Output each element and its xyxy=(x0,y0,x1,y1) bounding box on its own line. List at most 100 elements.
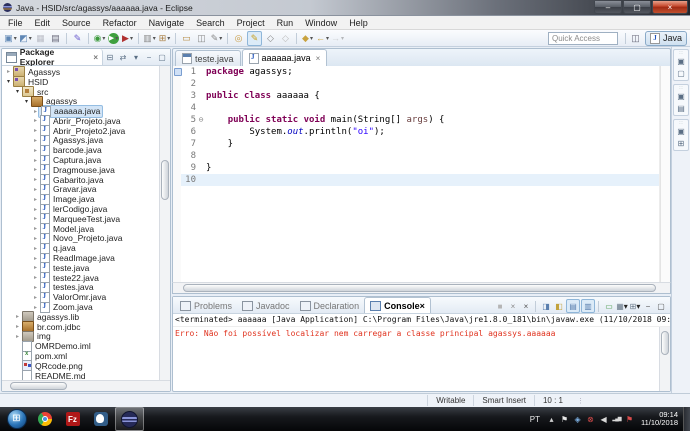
tree-vertical-scrollbar[interactable] xyxy=(159,66,170,380)
tree-expand-icon[interactable]: ▸ xyxy=(31,117,40,124)
console-terminate-icon[interactable]: ■ xyxy=(494,300,506,312)
overview-ruler[interactable] xyxy=(660,66,670,282)
tree-expand-icon[interactable]: ▸ xyxy=(31,127,40,134)
taskbar-clock[interactable]: 09:14 11/10/2018 xyxy=(636,411,683,427)
menu-run[interactable]: Run xyxy=(271,18,300,28)
tree-expand-icon[interactable]: ▸ xyxy=(31,137,40,144)
editor-tab-aaaaaa.java[interactable]: aaaaaa.java× xyxy=(242,49,328,66)
outline-view-icon[interactable]: ▤ xyxy=(675,102,687,114)
toolbar-previous-annotation-icon[interactable]: ◇ xyxy=(279,32,292,45)
annotation-ruler[interactable] xyxy=(173,66,181,282)
window-minimize-button[interactable]: – xyxy=(594,1,622,14)
tree-collapse-icon[interactable]: ▾ xyxy=(13,88,22,95)
network-error-icon[interactable]: ⚑ xyxy=(624,415,635,424)
window-maximize-button[interactable]: ▢ xyxy=(623,1,651,14)
console-tab-declaration[interactable]: Declaration xyxy=(295,299,365,313)
restore-view-icon[interactable]: ▣ xyxy=(675,125,687,137)
toolbar-new-java-class-icon[interactable]: ◩▾ xyxy=(19,32,32,45)
code-editor[interactable]: 1package agassys;23public class aaaaaa {… xyxy=(181,66,660,282)
link-with-editor-icon[interactable]: ⇄ xyxy=(117,51,129,63)
tree-expand-icon[interactable]: ▸ xyxy=(31,206,40,213)
menu-navigate[interactable]: Navigate xyxy=(143,18,191,28)
tree-expand-icon[interactable]: ▸ xyxy=(31,245,40,252)
toolbar-open-task-icon[interactable]: ▭ xyxy=(180,32,193,45)
action-center-icon[interactable]: ⚑ xyxy=(559,415,570,424)
tree-expand-icon[interactable]: ▸ xyxy=(31,186,40,193)
tree-collapse-icon[interactable]: ▾ xyxy=(4,78,13,85)
menu-file[interactable]: File xyxy=(2,18,29,28)
console-scroll-lock-icon[interactable]: ▤ xyxy=(566,299,580,313)
toolbar-run-icon[interactable]: ▶▾ xyxy=(108,33,119,44)
window-close-button[interactable]: × xyxy=(652,1,688,14)
tree-expand-icon[interactable]: ▸ xyxy=(31,157,40,164)
taskbar-app-start[interactable] xyxy=(3,408,30,430)
tree-item[interactable]: ▾src xyxy=(2,87,159,97)
console-remove-launch-icon[interactable]: × xyxy=(507,300,519,312)
toolbar-externalize-strings-icon[interactable]: ✎▾ xyxy=(210,32,223,45)
toolbar-print-icon[interactable]: ▤ xyxy=(49,32,62,45)
tree-expand-icon[interactable]: ▸ xyxy=(31,176,40,183)
console-vertical-scrollbar[interactable] xyxy=(659,327,670,391)
console-show-console-on-stderr-icon[interactable]: ◧ xyxy=(553,300,565,312)
console-remove-all-terminated-icon[interactable]: × xyxy=(520,300,532,312)
tree-expand-icon[interactable]: ▸ xyxy=(31,235,40,242)
tree-expand-icon[interactable]: ▸ xyxy=(31,304,40,311)
console-tab-console[interactable]: Console × xyxy=(364,297,431,313)
fold-collapse-icon[interactable]: ⊖ xyxy=(196,114,206,126)
tree-expand-icon[interactable]: ▸ xyxy=(4,68,13,75)
taskbar-app-eclipse[interactable] xyxy=(115,407,144,431)
task-list-view-icon[interactable]: ▢ xyxy=(675,67,687,79)
quick-access-input[interactable]: Quick Access xyxy=(548,32,618,45)
toolbar-forward-icon[interactable]: →▾ xyxy=(331,32,344,45)
menu-window[interactable]: Window xyxy=(299,18,343,28)
console-tab-problems[interactable]: Problems xyxy=(175,299,237,313)
language-indicator[interactable]: PT xyxy=(525,415,545,424)
menu-edit[interactable]: Edit xyxy=(29,18,57,28)
volume-icon[interactable]: ◀ xyxy=(598,415,609,424)
tree-collapse-icon[interactable]: ▾ xyxy=(22,98,31,105)
tree-expand-icon[interactable]: ▸ xyxy=(31,166,40,173)
menu-help[interactable]: Help xyxy=(343,18,374,28)
toolbar-debug-icon[interactable]: ◉▾ xyxy=(93,32,106,45)
toolbar-new-wizard-icon[interactable]: ▣▾ xyxy=(4,32,17,45)
toolbar-next-annotation-icon[interactable]: ◇ xyxy=(264,32,277,45)
hidden-icons-icon[interactable]: ▴ xyxy=(546,415,557,424)
taskbar-app-filezilla[interactable] xyxy=(59,408,86,430)
tree-expand-icon[interactable]: ▸ xyxy=(31,147,40,154)
restore-view-icon[interactable]: ▣ xyxy=(675,55,687,67)
tab-close-icon[interactable]: × xyxy=(420,301,425,311)
toolbar-last-edit-location-icon[interactable]: ◆▾ xyxy=(301,32,314,45)
network-signal-icon[interactable]: ▂▄▆ xyxy=(611,416,622,422)
tab-close-icon[interactable]: × xyxy=(316,54,321,63)
console-show-console-on-stdout-icon[interactable]: ◨ xyxy=(540,300,552,312)
menu-refactor[interactable]: Refactor xyxy=(97,18,143,28)
maximize-view-icon[interactable]: ▢ xyxy=(156,51,168,63)
java-perspective-button[interactable]: Java xyxy=(645,31,687,46)
view-menu-icon[interactable]: ▾ xyxy=(130,51,142,63)
console-display-selected-console-icon[interactable]: ▦▾ xyxy=(616,300,628,312)
console-open-console-icon[interactable]: ⊞▾ xyxy=(629,300,641,312)
tree-horizontal-scrollbar[interactable] xyxy=(2,380,170,391)
menu-search[interactable]: Search xyxy=(190,18,231,28)
toolbar-search-icon[interactable]: ◎ xyxy=(232,32,245,45)
tree-expand-icon[interactable]: ▸ xyxy=(13,313,22,320)
tree-expand-icon[interactable]: ▸ xyxy=(31,284,40,291)
toolbar-run-external-tools-icon[interactable]: ▶▾ xyxy=(121,32,134,45)
editor-tab-teste.java[interactable]: teste.java xyxy=(175,50,241,66)
toolbar-new-java-project-icon[interactable]: ⊞▾ xyxy=(158,32,171,45)
tree-expand-icon[interactable]: ▸ xyxy=(31,274,40,281)
tree-expand-icon[interactable]: ▸ xyxy=(31,294,40,301)
minimize-view-icon[interactable]: − xyxy=(143,51,155,63)
taskbar-app-chrome[interactable] xyxy=(31,408,58,430)
console-clear-console-icon[interactable]: ▭ xyxy=(603,300,615,312)
toolbar-save-icon[interactable]: ▦ xyxy=(34,32,47,45)
type-hierarchy-view-icon[interactable]: ⊞ xyxy=(675,137,687,149)
toolbar-mark-occurrences-icon[interactable]: ✎ xyxy=(247,31,262,46)
windows-update-icon[interactable]: ◈ xyxy=(572,415,583,424)
tree-expand-icon[interactable]: ▸ xyxy=(13,323,22,330)
menu-project[interactable]: Project xyxy=(231,18,271,28)
toolbar-open-type-icon[interactable]: ◫ xyxy=(195,32,208,45)
editor-horizontal-scrollbar[interactable] xyxy=(172,282,671,294)
toolbar-coverage-icon[interactable]: ▥▾ xyxy=(143,32,156,45)
tree-expand-icon[interactable]: ▸ xyxy=(31,225,40,232)
